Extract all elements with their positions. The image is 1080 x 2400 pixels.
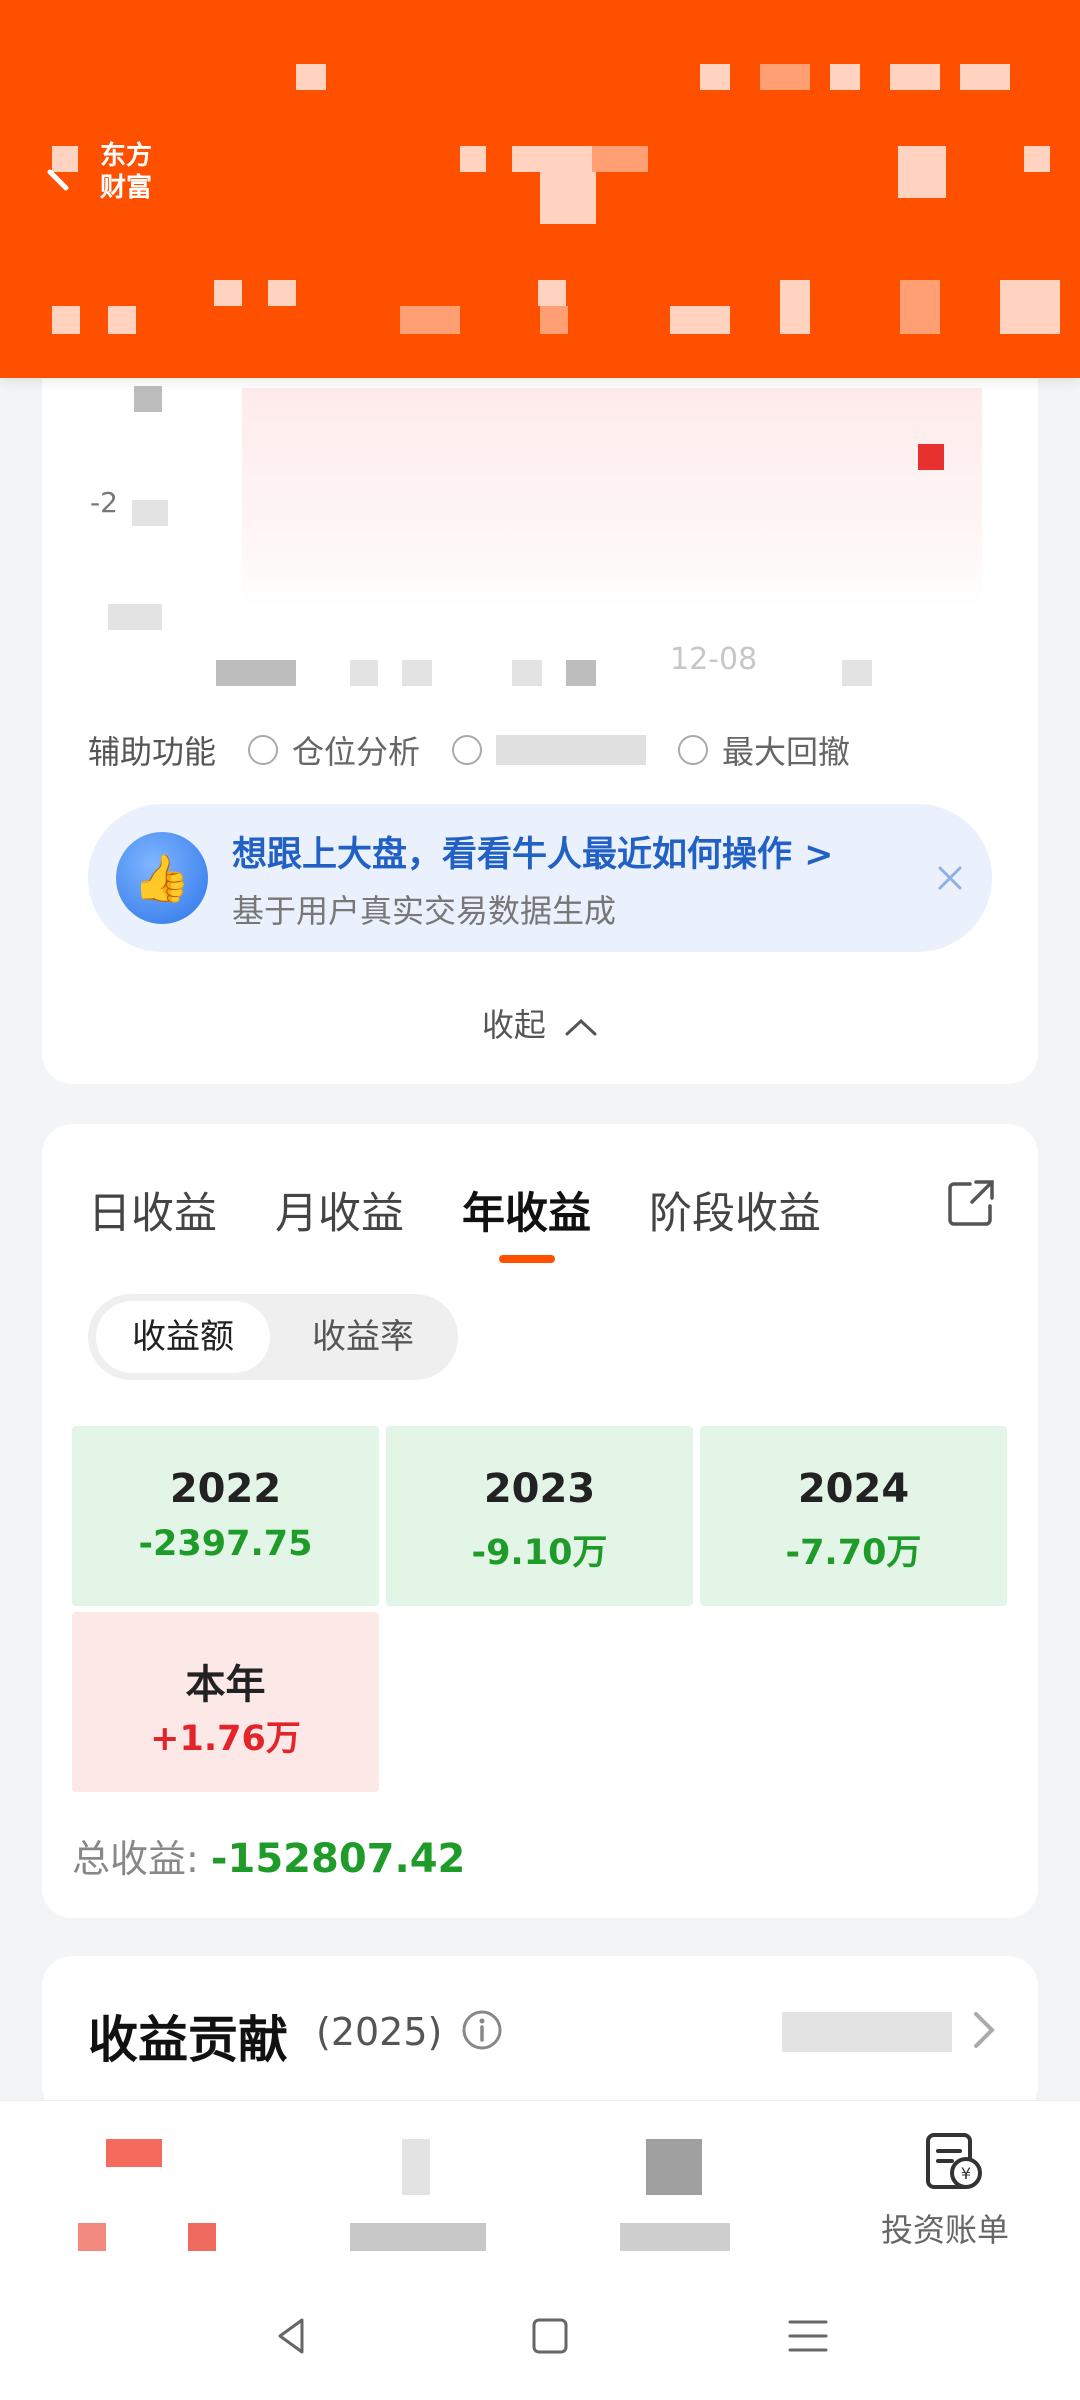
thumbs-up-icon: 👍 <box>116 832 208 924</box>
promo-subtitle: 基于用户真实交易数据生成 <box>232 892 617 930</box>
aux-option-position[interactable]: 仓位分析 <box>248 727 420 773</box>
radio-icon <box>248 735 279 765</box>
tab-monthly[interactable]: 月收益 <box>275 1179 404 1241</box>
radio-icon <box>678 735 709 765</box>
aux-option-drawdown[interactable]: 最大回撤 <box>678 727 850 773</box>
share-icon[interactable] <box>944 1176 998 1230</box>
year-cell[interactable]: 本年 +1.76万 <box>72 1612 379 1792</box>
total-earnings: 总收益: -152807.42 <box>72 1836 466 1882</box>
back-triangle-icon[interactable] <box>268 2312 316 2360</box>
toggle-rate[interactable]: 收益率 <box>288 1301 438 1373</box>
metric-toggle: 收益额 收益率 <box>88 1294 458 1380</box>
svg-text:¥: ¥ <box>961 2164 971 2183</box>
collapse-button[interactable]: 收起 <box>42 1000 1038 1046</box>
brand-logo: 东方 财富 <box>100 140 152 204</box>
aux-functions: 辅助功能 仓位分析 最大回撤 <box>88 725 850 775</box>
view-more-link[interactable] <box>782 2012 952 2052</box>
earnings-card: 日收益 月收益 年收益 阶段收益 收益额 收益率 2022 -2397.75 2… <box>42 1124 1038 1918</box>
contribution-year: (2025) <box>316 2010 443 2054</box>
info-icon[interactable] <box>460 2008 504 2052</box>
year-cell[interactable]: 2024 -7.70万 <box>700 1426 1007 1606</box>
chart-marker <box>918 444 944 470</box>
bill-icon: ¥ <box>920 2129 986 2195</box>
nav-label-bill: 投资账单 <box>880 2211 1009 2249</box>
nav-item-bill[interactable]: ¥ 投资账单 <box>810 2101 1080 2273</box>
aux-label: 辅助功能 <box>88 733 217 771</box>
promo-title[interactable]: 想跟上大盘，看看牛人最近如何操作 > <box>232 826 834 877</box>
chart-area <box>242 388 982 608</box>
app-header: 东方 财富 <box>0 0 1080 378</box>
chart-y-label: -2 <box>90 486 118 519</box>
tab-daily[interactable]: 日收益 <box>88 1179 217 1241</box>
nav-item-2[interactable] <box>270 2101 540 2273</box>
contribution-title: 收益贡献 <box>88 2011 288 2069</box>
chevron-right-icon[interactable] <box>964 2008 1004 2052</box>
toggle-amount[interactable]: 收益额 <box>96 1301 270 1373</box>
contribution-card: 收益贡献 (2025) <box>42 1956 1038 2116</box>
promo-banner[interactable]: 👍 想跟上大盘，看看牛人最近如何操作 > 基于用户真实交易数据生成 <box>88 804 992 952</box>
nav-item-3[interactable] <box>540 2101 810 2273</box>
tab-period[interactable]: 阶段收益 <box>649 1179 821 1241</box>
year-cell[interactable]: 2022 -2397.75 <box>72 1426 379 1606</box>
nav-item-1[interactable] <box>0 2101 270 2273</box>
radio-icon <box>452 735 483 765</box>
home-square-icon[interactable] <box>526 2312 574 2360</box>
aux-option-hidden[interactable] <box>452 735 647 765</box>
close-icon[interactable] <box>930 858 970 898</box>
chart-x-label: 12-08 <box>670 642 758 677</box>
year-cell[interactable]: 2023 -9.10万 <box>386 1426 693 1606</box>
earnings-tabs: 日收益 月收益 年收益 阶段收益 <box>88 1179 879 1241</box>
bottom-navigation: ¥ 投资账单 <box>0 2100 1080 2273</box>
menu-lines-icon[interactable] <box>784 2312 832 2360</box>
brand-line2: 财富 <box>100 173 153 203</box>
brand-line1: 东方 <box>100 141 153 171</box>
chevron-up-icon <box>565 1018 597 1036</box>
total-value: -152807.42 <box>210 1836 466 1882</box>
tab-yearly[interactable]: 年收益 <box>462 1179 591 1241</box>
asset-chart-card: -2 12-08 辅助功能 仓位分析 最大回撤 👍 想跟上大盘，看看牛人最近如何… <box>42 340 1038 1084</box>
system-navigation-bar <box>0 2272 1080 2400</box>
